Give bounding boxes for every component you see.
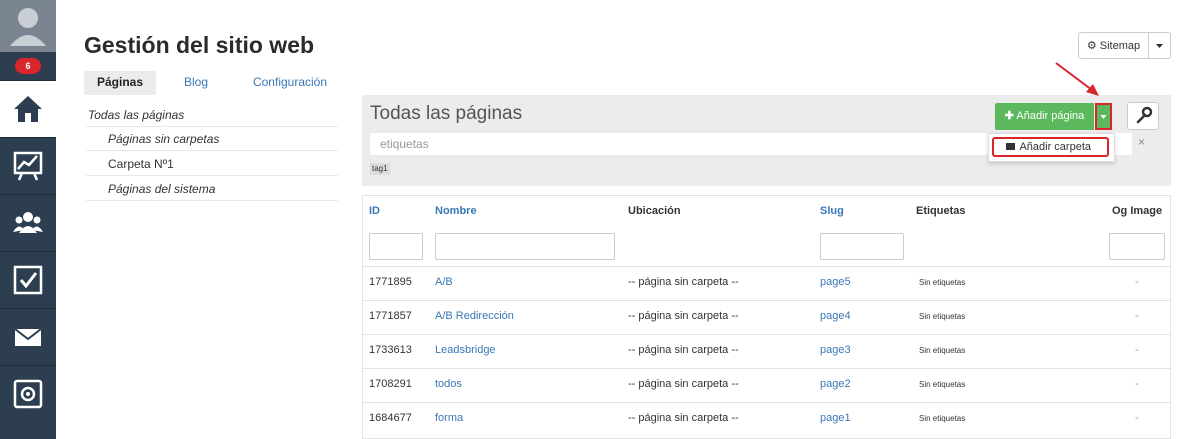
gear-icon: ⚙ [1086, 40, 1097, 52]
cell-id: 1771895 [369, 276, 412, 288]
folder-icon [1006, 142, 1015, 150]
cell-tags: Sin etiquetas [919, 278, 966, 287]
column-header-tags: Etiquetas [916, 205, 966, 217]
notification-badge[interactable]: 6 [15, 58, 41, 74]
filter-name-input[interactable] [435, 233, 615, 260]
tree-item-label: Páginas del sistema [108, 182, 216, 196]
table-row[interactable]: 1733613 Leadsbridge -- página sin carpet… [363, 334, 1170, 369]
cell-location: -- página sin carpeta -- [628, 276, 739, 288]
cell-slug-link[interactable]: page5 [820, 276, 851, 288]
sitemap-dropdown-toggle[interactable] [1148, 32, 1171, 59]
tab-blog[interactable]: Blog [172, 71, 220, 95]
cell-tags: Sin etiquetas [919, 414, 966, 423]
add-folder-menu-item[interactable]: Añadir carpeta [992, 137, 1109, 157]
sidebar-item-tasks[interactable] [0, 251, 56, 308]
cell-og-image: - [1135, 310, 1139, 322]
cell-name-link[interactable]: A/B Redirección [435, 310, 514, 322]
add-folder-label: Añadir carpeta [1019, 141, 1091, 153]
checkbox-icon [13, 265, 43, 295]
pages-table: ID Nombre Ubicación Slug Etiquetas Og Im… [362, 195, 1171, 439]
caret-down-icon [1156, 44, 1163, 48]
sidebar-item-email[interactable] [0, 308, 56, 365]
clear-tags-icon[interactable]: × [1138, 135, 1145, 149]
cell-tags: Sin etiquetas [919, 312, 966, 321]
cell-name-link[interactable]: Leadsbridge [435, 344, 496, 356]
cell-tags: Sin etiquetas [919, 346, 966, 355]
column-header-name[interactable]: Nombre [435, 205, 477, 217]
avatar[interactable] [0, 0, 56, 52]
cell-tags: Sin etiquetas [919, 380, 966, 389]
sidebar-item-contacts[interactable] [0, 194, 56, 251]
sidebar-item-reports[interactable] [0, 137, 56, 194]
cell-slug-link[interactable]: page3 [820, 344, 851, 356]
filter-og-image-input[interactable] [1109, 233, 1165, 260]
cell-name-link[interactable]: todos [435, 378, 462, 390]
filter-id-input[interactable] [369, 233, 423, 260]
cell-location: -- página sin carpeta -- [628, 344, 739, 356]
safe-icon [13, 379, 43, 409]
tab-pages[interactable]: Páginas [84, 71, 156, 95]
table-row[interactable]: 1684677 forma -- página sin carpeta -- p… [363, 402, 1170, 437]
cell-slug-link[interactable]: page2 [820, 378, 851, 390]
column-header-id[interactable]: ID [369, 205, 380, 217]
add-page-button[interactable]: ✚ Añadir página [995, 103, 1094, 130]
filter-slug-input[interactable] [820, 233, 904, 260]
column-header-location: Ubicación [628, 205, 681, 217]
cell-location: -- página sin carpeta -- [628, 378, 739, 390]
tree-item-label: Todas las páginas [88, 108, 185, 122]
sidebar: 6 [0, 0, 56, 439]
table-row[interactable]: 1771895 A/B -- página sin carpeta -- pag… [363, 266, 1170, 301]
tree-item-folder-1[interactable]: Carpeta Nº1 [86, 152, 338, 176]
users-icon [13, 212, 43, 233]
add-dropdown-menu: Añadir carpeta [988, 133, 1115, 162]
cell-location: -- página sin carpeta -- [628, 412, 739, 424]
tree-item-system-pages[interactable]: Páginas del sistema [86, 177, 338, 201]
sidebar-item-settings[interactable] [0, 365, 56, 422]
cell-id: 1771857 [369, 310, 412, 322]
caret-down-icon [1100, 115, 1107, 119]
table-row[interactable]: 1708291 todos -- página sin carpeta -- p… [363, 368, 1170, 403]
add-page-label: Añadir página [1016, 110, 1085, 122]
sidebar-item-home[interactable] [0, 80, 56, 137]
column-header-og-image: Og Image [1112, 205, 1163, 217]
cell-id: 1733613 [369, 344, 412, 356]
home-icon [14, 96, 42, 122]
settings-button[interactable] [1127, 102, 1159, 130]
add-page-dropdown-toggle[interactable] [1095, 103, 1112, 130]
cell-og-image: - [1135, 344, 1139, 356]
tab-configuration[interactable]: Configuración [244, 71, 336, 95]
cell-id: 1684677 [369, 412, 412, 424]
tree-item-label: Carpeta Nº1 [108, 157, 174, 171]
tag-chip[interactable]: tag1 [370, 163, 390, 175]
column-header-slug[interactable]: Slug [820, 205, 844, 217]
tree-item-label: Páginas sin carpetas [108, 132, 220, 146]
sitemap-button[interactable]: ⚙ Sitemap [1078, 32, 1149, 59]
cell-id: 1708291 [369, 378, 412, 390]
tree-item-all-pages[interactable]: Todas las páginas [86, 103, 338, 127]
cell-og-image: - [1135, 276, 1139, 288]
cell-slug-link[interactable]: page4 [820, 310, 851, 322]
tree-item-no-folder[interactable]: Páginas sin carpetas [86, 127, 338, 151]
page-title: Gestión del sitio web [84, 32, 315, 58]
chart-icon [13, 151, 43, 181]
panel-title: Todas las páginas [370, 103, 523, 124]
cell-slug-link[interactable]: page1 [820, 412, 851, 424]
user-avatar-icon [10, 8, 46, 46]
plus-icon: ✚ [1004, 110, 1014, 122]
wrench-icon [1136, 106, 1153, 124]
table-row[interactable]: 1771857 A/B Redirección -- página sin ca… [363, 300, 1170, 335]
mail-icon [14, 328, 42, 346]
cell-name-link[interactable]: A/B [435, 276, 453, 288]
cell-og-image: - [1135, 412, 1139, 424]
sitemap-label: Sitemap [1099, 40, 1141, 52]
cell-location: -- página sin carpeta -- [628, 310, 739, 322]
cell-name-link[interactable]: forma [435, 412, 463, 424]
cell-og-image: - [1135, 378, 1139, 390]
